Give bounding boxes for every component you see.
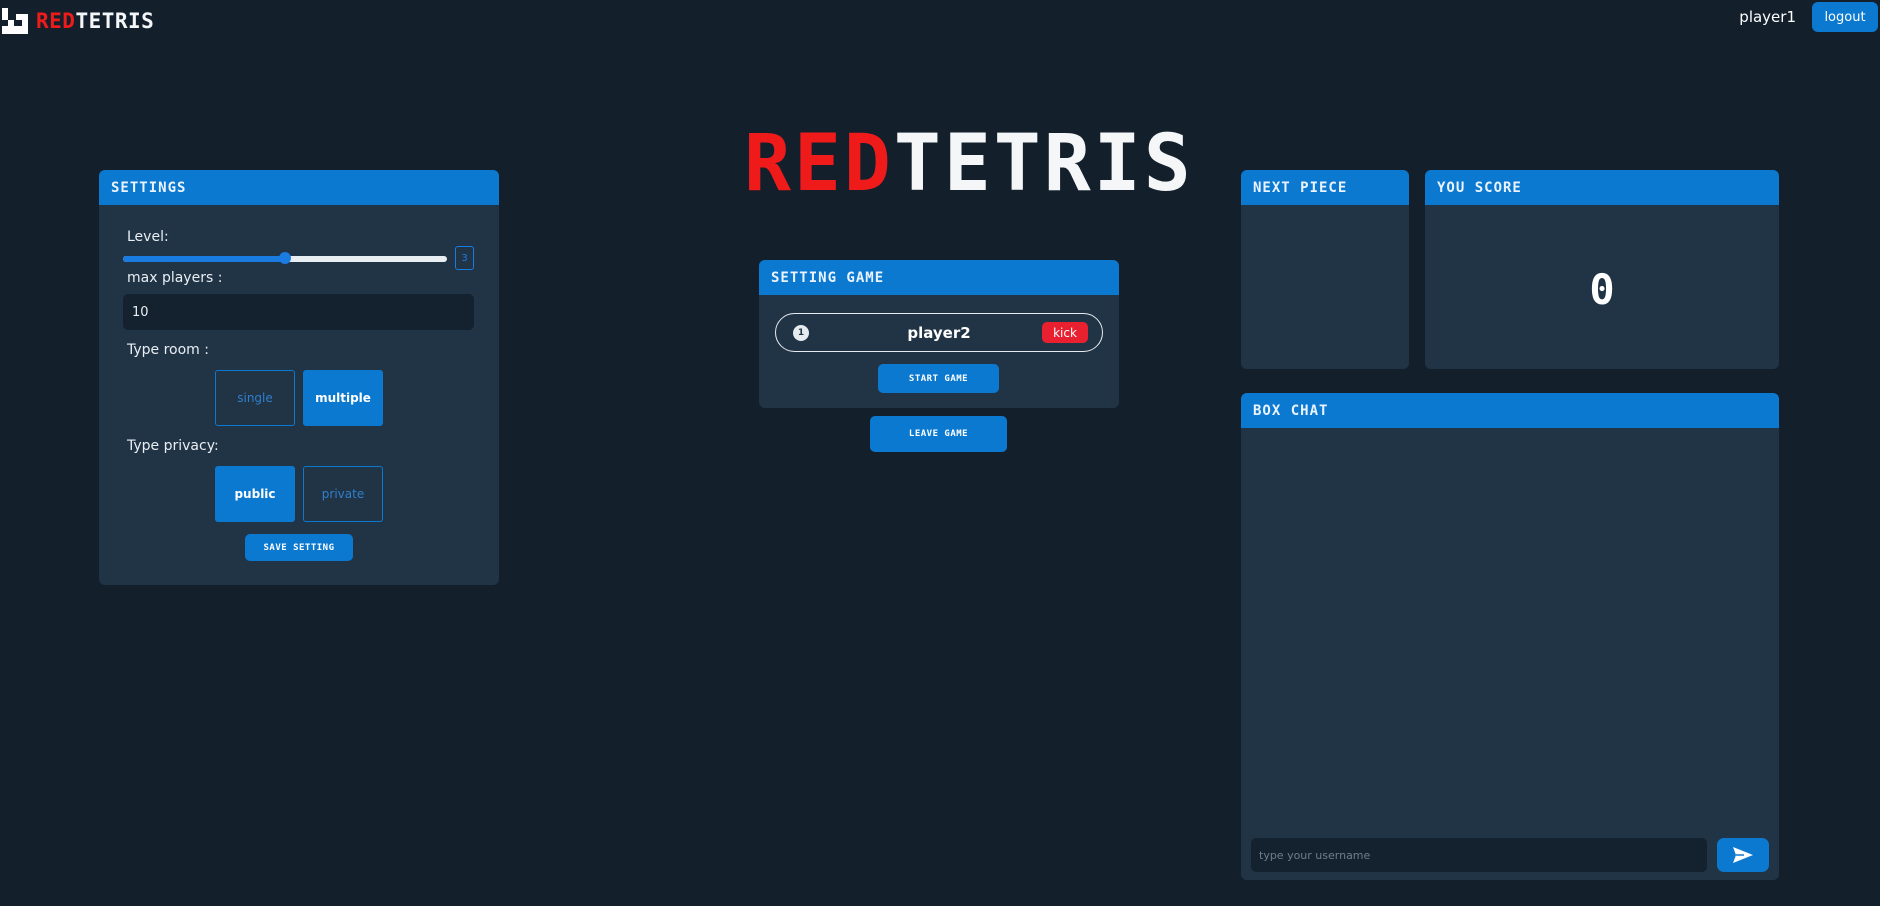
logo-text-white: TETRIS [75, 9, 155, 33]
next-piece-header: NEXT PIECE [1241, 170, 1409, 205]
kick-button[interactable]: kick [1042, 322, 1088, 343]
setting-game-panel: SETTING GAME 1 player2 kick START GAME [759, 260, 1119, 408]
next-piece-panel: NEXT PIECE [1241, 170, 1409, 369]
app-logo[interactable]: REDTETRIS [2, 8, 154, 34]
start-game-button[interactable]: START GAME [878, 364, 999, 393]
settings-header: SETTINGS [99, 170, 499, 205]
logout-button[interactable]: logout [1812, 2, 1878, 32]
setting-game-header: SETTING GAME [759, 260, 1119, 295]
score-panel: YOU SCORE 0 [1425, 170, 1779, 369]
type-privacy-label: Type privacy: [127, 438, 219, 454]
room-multiple-option[interactable]: multiple [303, 370, 383, 426]
send-icon [1733, 847, 1753, 863]
send-button[interactable] [1717, 838, 1769, 872]
logo-text: REDTETRIS [36, 8, 154, 34]
chat-panel: BOX CHAT type your username [1241, 393, 1779, 880]
max-players-input[interactable]: 10 [123, 294, 474, 330]
current-username: player1 [1739, 8, 1796, 26]
level-value: 3 [455, 246, 474, 270]
score-header: YOU SCORE [1425, 170, 1779, 205]
type-room-label: Type room : [127, 342, 209, 358]
max-players-label: max players : [127, 270, 223, 286]
chat-header: BOX CHAT [1241, 393, 1779, 428]
privacy-public-option[interactable]: public [215, 466, 295, 522]
level-label: Level: [127, 229, 169, 245]
title-red: RED [744, 119, 894, 209]
player-list-item: 1 player2 kick [775, 313, 1103, 352]
level-slider-thumb[interactable] [279, 252, 291, 264]
tetris-logo-icon [2, 8, 28, 34]
save-setting-button[interactable]: SAVE SETTING [245, 534, 353, 561]
score-value: 0 [1589, 265, 1615, 314]
chat-message-input[interactable]: type your username [1251, 838, 1707, 872]
level-slider-fill [123, 256, 285, 262]
logo-text-red: RED [36, 9, 76, 33]
leave-game-button[interactable]: LEAVE GAME [870, 416, 1007, 452]
privacy-private-option[interactable]: private [303, 466, 383, 522]
page-title: RED TETRIS [744, 119, 1191, 209]
settings-panel: SETTINGS Level: 3 max players : 10 Type … [99, 170, 499, 585]
level-slider[interactable] [123, 252, 447, 264]
room-single-option[interactable]: single [215, 370, 295, 426]
title-white: TETRIS [893, 119, 1194, 209]
